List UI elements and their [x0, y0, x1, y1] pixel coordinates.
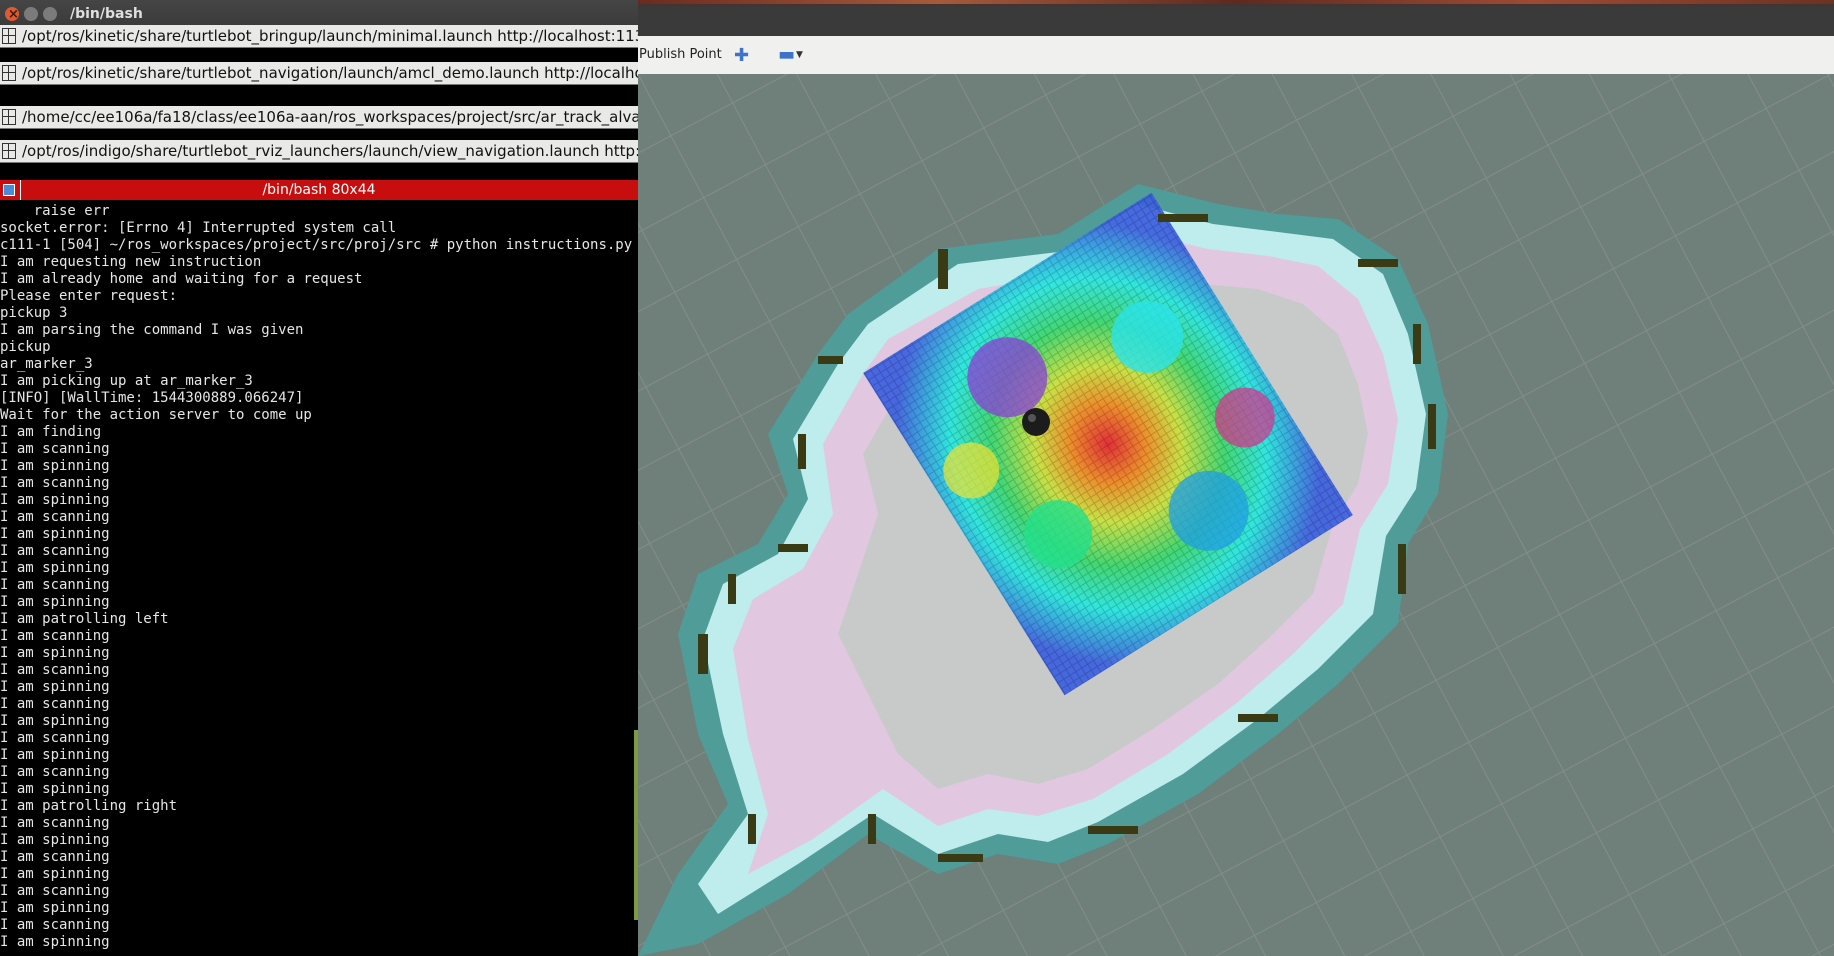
terminal-tab-view-navigation[interactable]: /opt/ros/indigo/share/turtlebot_rviz_lau…	[0, 140, 638, 162]
terminal-line: I am spinning	[0, 781, 110, 797]
minus-icon[interactable]: ▬	[778, 44, 795, 65]
map-render	[638, 74, 1834, 956]
terminal-line: pickup	[0, 339, 51, 355]
tab-label: /home/cc/ee106a/fa18/class/ee106a-aan/ro…	[22, 108, 638, 126]
active-pane-title: /bin/bash 80x44	[262, 182, 376, 198]
rviz-title-strip	[638, 0, 1834, 36]
terminal-line: I am scanning	[0, 577, 110, 593]
terminal-line: I am scanning	[0, 441, 110, 457]
terminal-line: I am scanning	[0, 475, 110, 491]
terminal-tab-ar-track-alvar[interactable]: /home/cc/ee106a/fa18/class/ee106a-aan/ro…	[0, 106, 638, 128]
terminal-line: I am spinning	[0, 594, 110, 610]
terminal-line: I am scanning	[0, 628, 110, 644]
terminal-line: I am scanning	[0, 696, 110, 712]
terminal-line: I am finding	[0, 424, 102, 440]
terminal-titlebar[interactable]: /bin/bash	[0, 0, 638, 29]
terminal-line: I am scanning	[0, 883, 110, 899]
tab-label: /opt/ros/indigo/share/turtlebot_rviz_lau…	[22, 142, 638, 160]
terminal-line: I am scanning	[0, 730, 110, 746]
window-title: /bin/bash	[70, 6, 143, 22]
terminal-line: I am spinning	[0, 713, 110, 729]
terminal-line: I am scanning	[0, 764, 110, 780]
terminal-line: I am patrolling left	[0, 611, 169, 627]
terminal-output[interactable]: raise err socket.error: [Errno 4] Interru…	[0, 203, 634, 956]
terminal-line: socket.error: [Errno 4] Interrupted syst…	[0, 220, 397, 236]
collapsed-pane	[0, 84, 638, 107]
terminal-line: I am parsing the command I was given	[0, 322, 304, 338]
close-window-button[interactable]	[5, 1, 19, 29]
terminal-line: Wait for the action server to come up	[0, 407, 312, 423]
maximize-window-button[interactable]	[43, 7, 57, 21]
minimize-window-button[interactable]	[24, 7, 38, 21]
terminal-line: I am patrolling right	[0, 798, 178, 814]
tab-label: /opt/ros/kinetic/share/turtlebot_bringup…	[22, 27, 638, 45]
split-pane-icon	[2, 109, 16, 125]
terminal-line: I am scanning	[0, 509, 110, 525]
terminal-line: c111-1 [504] ~/ros_workspaces/project/sr…	[0, 237, 633, 253]
rviz-toolbar: Publish Point ✚ ▬ ▼	[638, 36, 1834, 75]
rviz-3d-viewport[interactable]	[638, 74, 1834, 956]
terminal-line: I am spinning	[0, 492, 110, 508]
terminal-line: Please enter request:	[0, 288, 178, 304]
split-pane-icon	[2, 28, 16, 44]
terminal-line: I am spinning	[0, 526, 110, 542]
terminal-line: I am spinning	[0, 458, 110, 474]
tab-label: /opt/ros/kinetic/share/turtlebot_navigat…	[22, 64, 638, 82]
terminal-tab-minimal-launch[interactable]: /opt/ros/kinetic/share/turtlebot_bringup…	[0, 25, 638, 47]
plus-icon[interactable]: ✚	[734, 45, 749, 66]
terminal-line: I am already home and waiting for a requ…	[0, 271, 363, 287]
terminal-window[interactable]: /bin/bash /opt/ros/kinetic/share/turtleb…	[0, 0, 638, 956]
terminal-line: I am spinning	[0, 832, 110, 848]
publish-point-button[interactable]: Publish Point	[639, 47, 722, 62]
robot-marker	[1022, 408, 1050, 436]
terminal-line: I am scanning	[0, 849, 110, 865]
terminal-line: pickup 3	[0, 305, 68, 321]
active-pane-titlebar[interactable]: /bin/bash 80x44	[0, 180, 638, 200]
terminal-line: I am scanning	[0, 815, 110, 831]
terminal-line: I am picking up at ar_marker_3	[0, 373, 253, 389]
divider	[20, 180, 21, 200]
terminal-line: I am spinning	[0, 679, 110, 695]
terminal-line: ar_marker_3	[0, 356, 93, 372]
terminal-line: I am spinning	[0, 900, 110, 916]
terminal-tab-amcl-demo[interactable]: /opt/ros/kinetic/share/turtlebot_navigat…	[0, 62, 638, 84]
terminal-line: I am spinning	[0, 560, 110, 576]
chevron-down-icon[interactable]: ▼	[796, 50, 803, 60]
split-pane-icon	[2, 65, 16, 81]
terminal-line: raise err	[0, 203, 110, 219]
split-pane-icon	[3, 184, 15, 196]
terminal-line: I am spinning	[0, 934, 110, 950]
terminal-line: I am spinning	[0, 866, 110, 882]
terminal-line: I am spinning	[0, 645, 110, 661]
terminal-line: I am requesting new instruction	[0, 254, 262, 270]
split-pane-icon	[2, 143, 16, 159]
terminal-line: I am scanning	[0, 543, 110, 559]
terminal-line: [INFO] [WallTime: 1544300889.066247]	[0, 390, 304, 406]
collapsed-pane	[0, 162, 638, 181]
terminal-line: I am scanning	[0, 917, 110, 933]
terminal-line: I am spinning	[0, 747, 110, 763]
terminal-line: I am scanning	[0, 662, 110, 678]
